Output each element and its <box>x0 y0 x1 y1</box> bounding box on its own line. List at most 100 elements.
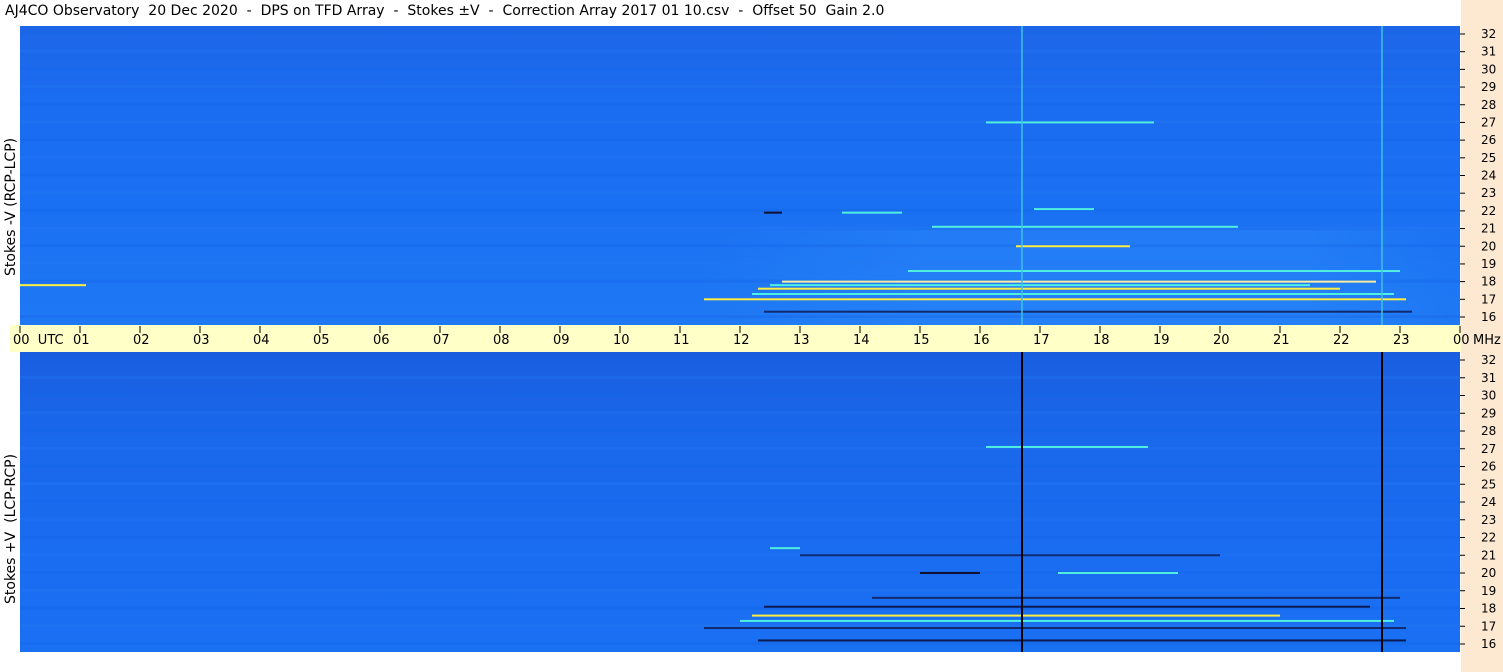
hour-tick-label: 00 UTC <box>13 333 64 348</box>
frequency-tick-label: 32 <box>1481 27 1496 41</box>
background-band <box>20 32 1460 35</box>
background-band <box>20 393 1460 397</box>
frequency-tick-label: 29 <box>1481 80 1496 94</box>
burst-line <box>764 310 1412 313</box>
frequency-tick-label: 19 <box>1481 584 1496 598</box>
burst-line <box>752 614 1280 617</box>
burst-line <box>986 445 1148 448</box>
background-band <box>20 588 1460 592</box>
hour-tick-label: 19 <box>1153 333 1170 348</box>
burst-line <box>758 639 1406 642</box>
burst-line <box>908 270 1400 273</box>
frequency-tick-label: 25 <box>1481 477 1496 491</box>
frequency-tick-label: 29 <box>1481 406 1496 420</box>
hour-tick-label: 12 <box>733 333 750 348</box>
background-band <box>20 535 1460 539</box>
frequency-tick-label: 28 <box>1481 424 1496 438</box>
hour-tick-label: 11 <box>673 333 690 348</box>
bottom-panel-ylabel: Stokes +V (LCP-RCP) <box>3 453 19 604</box>
hour-tick-label: 18 <box>1093 333 1110 348</box>
frequency-tick-label: 26 <box>1481 460 1496 474</box>
background-band <box>20 244 1460 248</box>
hour-tick-label: 13 <box>793 333 810 348</box>
hour-tick-label: 10 <box>613 333 630 348</box>
background-band <box>20 411 1460 415</box>
background-band <box>20 208 1460 212</box>
burst-line <box>764 605 1370 608</box>
frequency-tick-label: 28 <box>1481 98 1496 112</box>
bottom-panel-frequency-ticks: 32 31 30 29 28 27 26 25 24 23 22 21 20 19 18 17 16 <box>1460 353 1496 651</box>
background-band <box>20 102 1460 106</box>
background-band <box>20 624 1460 628</box>
burst-line <box>932 225 1238 228</box>
background-band <box>20 315 1460 318</box>
background-band <box>20 517 1460 521</box>
background-band <box>20 358 1460 361</box>
hour-tick-label: 20 <box>1213 333 1230 348</box>
frequency-tick-label: 31 <box>1481 45 1496 59</box>
burst-line <box>770 284 1310 287</box>
spectrogram-plot: 32 31 30 29 28 27 26 25 24 23 22 21 20 19 18 17 16 00 UT… <box>10 26 1501 652</box>
background-band <box>20 49 1460 53</box>
frequency-tick-label: 18 <box>1481 275 1496 289</box>
burst-line <box>872 596 1400 599</box>
burst-line <box>770 547 800 550</box>
burst-line <box>20 284 86 287</box>
frequency-tick-label: 21 <box>1481 222 1496 236</box>
hour-tick-label: 09 <box>553 333 570 348</box>
background-band <box>20 571 1460 574</box>
frequency-tick-label: 19 <box>1481 257 1496 271</box>
frequency-tick-label: 27 <box>1481 442 1496 456</box>
frequency-tick-label: 30 <box>1481 389 1496 403</box>
background-band <box>20 191 1460 195</box>
burst-line <box>764 211 782 214</box>
background-band <box>20 261 1460 265</box>
background-band <box>20 482 1460 486</box>
frequency-tick-label: 20 <box>1481 239 1496 253</box>
hour-tick-label: 01 <box>73 333 90 348</box>
hour-tick-label: 05 <box>313 333 330 348</box>
frequency-tick-label: 23 <box>1481 186 1496 200</box>
frequency-tick-label: 24 <box>1481 495 1496 509</box>
hour-tick-label: 08 <box>493 333 510 348</box>
hour-tick-label: 04 <box>253 333 270 348</box>
background-band <box>20 375 1460 379</box>
background-band <box>20 120 1460 124</box>
frequency-tick-label: 21 <box>1481 548 1496 562</box>
mhz-axis-unit: MHz <box>1473 333 1501 348</box>
background-band <box>20 500 1460 503</box>
frequency-tick-label: 27 <box>1481 115 1496 129</box>
frequency-tick-label: 22 <box>1481 531 1496 545</box>
frequency-tick-label: 30 <box>1481 62 1496 76</box>
hour-tick-label: 06 <box>373 333 390 348</box>
background-band <box>20 642 1460 645</box>
burst-line <box>704 298 1406 301</box>
hour-tick-label: 15 <box>913 333 930 348</box>
background-band <box>20 138 1460 142</box>
burst-line <box>740 619 1394 622</box>
frequency-tick-label: 16 <box>1481 637 1496 651</box>
frequency-tick-label: 17 <box>1481 619 1496 633</box>
top-panel-ylabel: Stokes -V (RCP-LCP) <box>3 137 19 276</box>
hour-tick-label: 00 <box>1453 333 1470 348</box>
hour-tick-label: 16 <box>973 333 990 348</box>
frequency-tick-label: 18 <box>1481 602 1496 616</box>
background-band <box>20 155 1460 159</box>
hour-tick-label: 14 <box>853 333 870 348</box>
hour-tick-label: 03 <box>193 333 210 348</box>
frequency-tick-label: 16 <box>1481 310 1496 324</box>
background-band <box>20 446 1460 450</box>
burst-line <box>782 280 1376 283</box>
frequency-tick-label: 20 <box>1481 566 1496 580</box>
background-band <box>20 85 1460 89</box>
burst-line <box>758 287 1340 290</box>
hour-tick-label: 07 <box>433 333 450 348</box>
burst-line <box>752 293 1394 296</box>
background-band <box>20 173 1460 177</box>
burst-line <box>800 554 1220 557</box>
hour-tick-label: 17 <box>1033 333 1050 348</box>
frequency-tick-label: 31 <box>1481 371 1496 385</box>
burst-line <box>704 627 1406 630</box>
hour-tick-label: 02 <box>133 333 150 348</box>
burst-line <box>1034 208 1094 211</box>
